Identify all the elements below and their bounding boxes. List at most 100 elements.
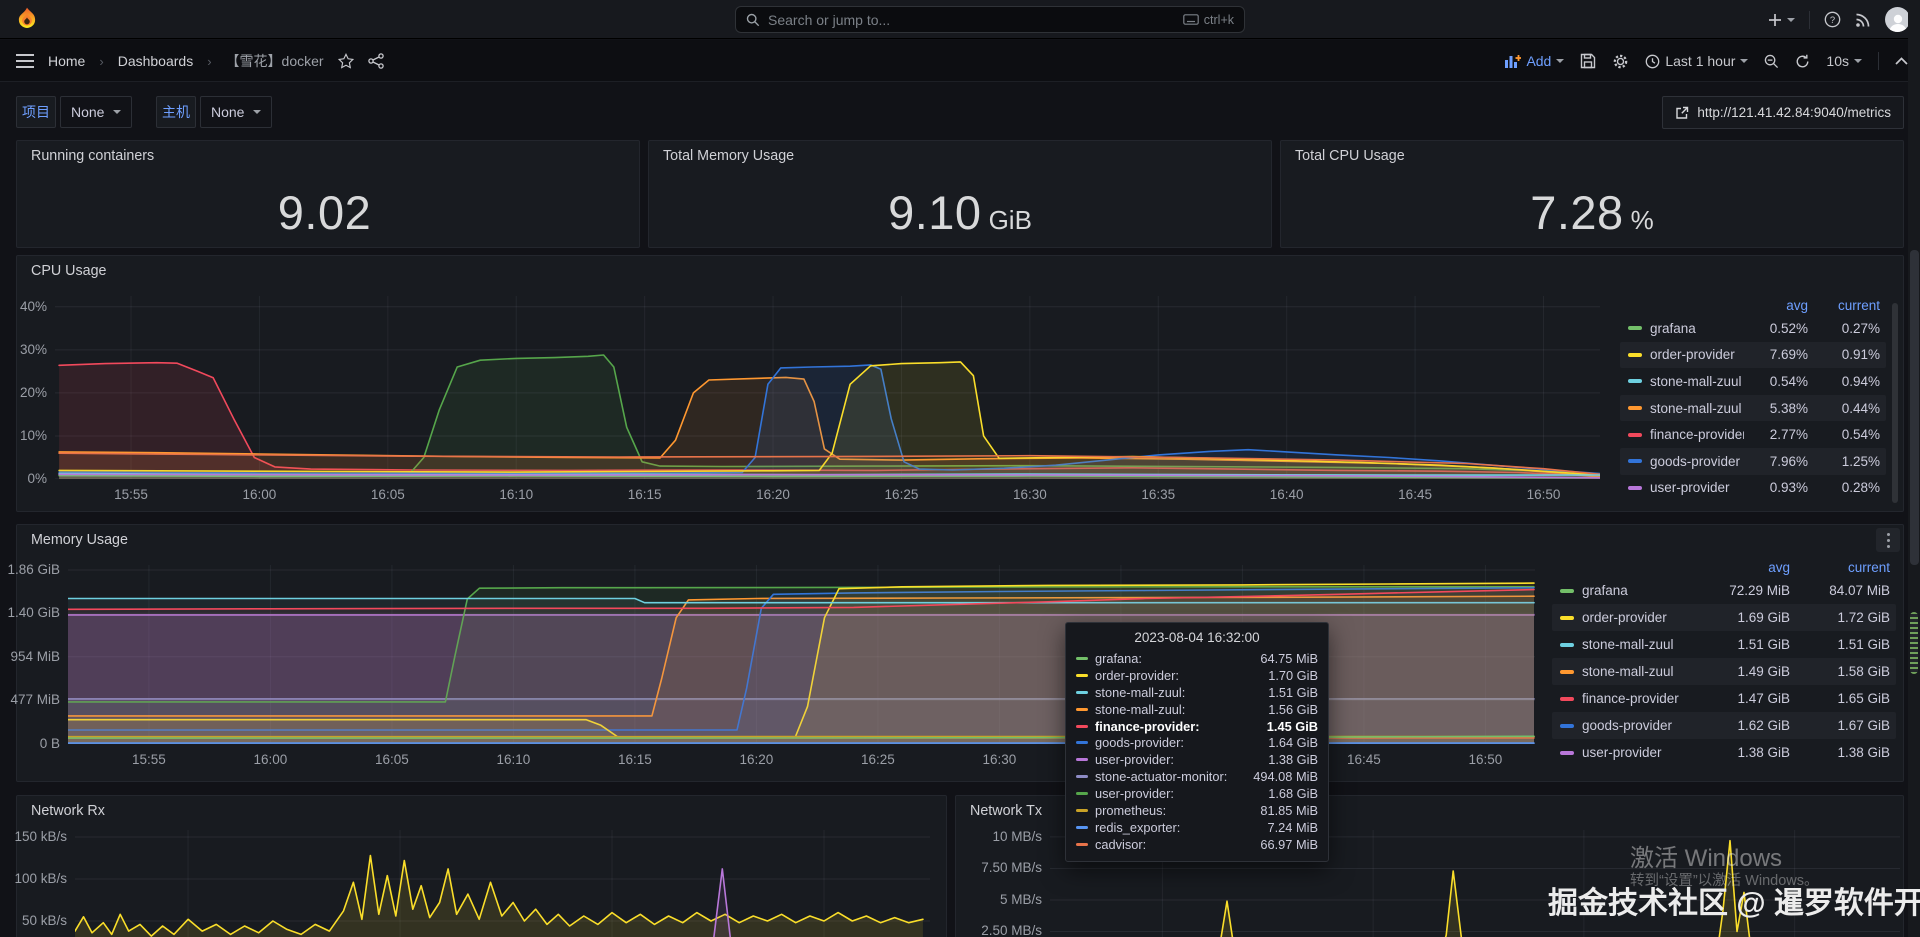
breadcrumb-dashboards[interactable]: Dashboards (118, 53, 194, 69)
legend-series-name[interactable]: grafana (1650, 321, 1744, 336)
panel-title: Running containers (31, 148, 155, 164)
new-button[interactable] (1768, 13, 1795, 27)
help-icon: ? (1824, 11, 1841, 28)
x-axis-tick: 15:55 (114, 487, 148, 502)
legend-header-avg[interactable]: avg (1694, 560, 1790, 575)
page-scrollbar[interactable] (1908, 0, 1920, 937)
x-axis-tick: 16:05 (370, 487, 405, 502)
legend-series-name[interactable]: finance-provider (1582, 691, 1686, 706)
help-button[interactable]: ? (1824, 11, 1841, 28)
refresh-button[interactable] (1795, 54, 1810, 69)
legend-series-name[interactable]: user-provider (1650, 480, 1744, 495)
chart-tooltip: 2023-08-04 16:32:00 grafana: 64.75 MiB ord… (1065, 622, 1329, 862)
legend-series-name[interactable]: stone-mall-zuul (1582, 637, 1686, 652)
legend-row[interactable]: stone-mall-zuul 5.38% 0.44% (1620, 394, 1886, 422)
scrollbar-thumb[interactable] (1910, 250, 1919, 565)
panel-menu-button[interactable] (1876, 528, 1900, 552)
x-axis-tick: 16:30 (1012, 487, 1047, 502)
time-range-picker[interactable]: Last 1 hour (1645, 53, 1749, 69)
dashboard-settings-button[interactable] (1612, 53, 1629, 70)
legend-header-current[interactable]: current (1798, 560, 1890, 575)
add-button[interactable]: Add (1505, 53, 1565, 69)
legend-row[interactable]: order-provider 1.69 GiB 1.72 GiB (1552, 604, 1896, 631)
cpu-usage-plot[interactable] (55, 296, 1600, 479)
stat-panel-total-memory[interactable]: Total Memory Usage 9.10 GiB (648, 140, 1272, 248)
panel-title[interactable]: Network Tx (970, 803, 1042, 819)
user-avatar[interactable] (1885, 7, 1910, 32)
legend-swatch-icon (1628, 406, 1642, 411)
x-axis-tick: 16:15 (627, 487, 662, 502)
breadcrumb-home[interactable]: Home (48, 53, 85, 69)
legend-header-current[interactable]: current (1816, 298, 1880, 313)
legend-row[interactable]: stone-mall-zuul 0.54% 0.94% (1620, 368, 1886, 395)
legend-row[interactable]: finance-provider 2.77% 0.54% (1620, 421, 1886, 448)
legend-series-name[interactable]: user-provider (1582, 745, 1686, 760)
legend-current-value: 1.38 GiB (1837, 745, 1890, 760)
tooltip-swatch-icon (1076, 707, 1088, 711)
refresh-interval-picker[interactable]: 10s (1826, 53, 1862, 69)
divider (1809, 10, 1810, 29)
legend-row[interactable]: grafana 0.52% 0.27% (1620, 315, 1886, 342)
panel-title[interactable]: Memory Usage (31, 532, 128, 548)
zoom-out-button[interactable] (1764, 54, 1779, 69)
stat-panel-running-containers[interactable]: Running containers 9.02 (16, 140, 640, 248)
search-input[interactable]: Search or jump to... ctrl+k (735, 6, 1245, 33)
legend-series-name[interactable]: stone-mall-zuul (1582, 664, 1686, 679)
legend-row[interactable]: order-provider 7.69% 0.91% (1620, 341, 1886, 369)
network-rx-plot[interactable] (75, 830, 930, 937)
legend-series-name[interactable]: finance-provider (1650, 427, 1744, 442)
tooltip-series-value: 1.51 GiB (1268, 684, 1318, 700)
legend-avg-value: 1.62 GiB (1737, 718, 1790, 733)
tooltip-series-value: 1.38 GiB (1268, 752, 1318, 768)
tooltip-row: cadvisor: 66.97 MiB (1076, 836, 1318, 853)
grafana-logo-icon[interactable] (14, 6, 40, 32)
legend-avg-value: 1.69 GiB (1737, 610, 1790, 625)
legend-series-name[interactable]: goods-provider (1582, 718, 1686, 733)
panel-title[interactable]: Network Rx (31, 803, 105, 819)
legend-series-name[interactable]: order-provider (1582, 610, 1686, 625)
news-button[interactable] (1855, 12, 1871, 28)
stat-panel-total-cpu[interactable]: Total CPU Usage 7.28% (1280, 140, 1904, 248)
legend-current-value: 1.51 GiB (1837, 637, 1890, 652)
menu-icon[interactable] (16, 54, 34, 68)
legend-current-value: 1.65 GiB (1837, 691, 1890, 706)
legend-row[interactable]: stone-mall-zuul 1.51 GiB 1.51 GiB (1552, 631, 1896, 658)
metrics-link[interactable]: http://121.41.42.84:9040/metrics (1662, 96, 1904, 129)
legend-row[interactable]: finance-provider 1.47 GiB 1.65 GiB (1552, 685, 1896, 712)
legend-row[interactable]: stone-mall-zuul 1.49 GiB 1.58 GiB (1552, 658, 1896, 685)
legend-series-name[interactable]: order-provider (1650, 347, 1744, 362)
breadcrumb: Home › Dashboards › 【雪花】docker (16, 40, 384, 82)
save-dashboard-button[interactable] (1580, 53, 1596, 69)
tooltip-swatch-icon (1076, 656, 1088, 660)
scroll-indicator[interactable] (1910, 612, 1918, 674)
tooltip-swatch-icon (1076, 792, 1088, 796)
tooltip-series-name: goods-provider: (1095, 735, 1184, 751)
collapse-toolbar-button[interactable] (1895, 57, 1908, 65)
legend-series-name[interactable]: grafana (1582, 583, 1686, 598)
legend-series-name[interactable]: stone-mall-zuul (1650, 374, 1744, 389)
tooltip-series-value: 1.56 GiB (1268, 701, 1318, 717)
variable-select-host[interactable]: None (200, 96, 272, 128)
legend-series-name[interactable]: goods-provider (1650, 454, 1744, 469)
star-icon[interactable] (337, 53, 354, 69)
legend-series-name[interactable]: stone-mall-zuul (1650, 401, 1744, 416)
legend-avg-value: 2.77% (1769, 427, 1808, 443)
tooltip-row: goods-provider: 1.64 GiB (1076, 734, 1318, 751)
legend-row[interactable]: user-provider 1.38 GiB 1.38 GiB (1552, 739, 1896, 766)
tooltip-timestamp: 2023-08-04 16:32:00 (1134, 630, 1260, 645)
share-icon[interactable] (367, 53, 384, 69)
legend-current-value: 1.72 GiB (1837, 610, 1890, 625)
tooltip-swatch-icon (1076, 825, 1088, 829)
legend-row[interactable]: goods-provider 7.96% 1.25% (1620, 447, 1886, 475)
panel-title[interactable]: CPU Usage (31, 263, 107, 279)
legend-swatch-icon (1560, 696, 1574, 701)
variable-select-project[interactable]: None (60, 96, 132, 128)
legend-row[interactable]: goods-provider 1.62 GiB 1.67 GiB (1552, 712, 1896, 739)
legend-row[interactable]: user-provider 0.93% 0.28% (1620, 475, 1886, 502)
tooltip-series-name: prometheus: (1095, 802, 1167, 818)
legend-row[interactable]: grafana 72.29 MiB 84.07 MiB (1552, 577, 1896, 604)
legend-header-avg[interactable]: avg (1752, 298, 1808, 313)
variable-label-project: 项目 (16, 96, 56, 128)
legend-scrollbar[interactable] (1892, 303, 1898, 503)
tooltip-series-name: finance-provider: (1095, 718, 1200, 734)
